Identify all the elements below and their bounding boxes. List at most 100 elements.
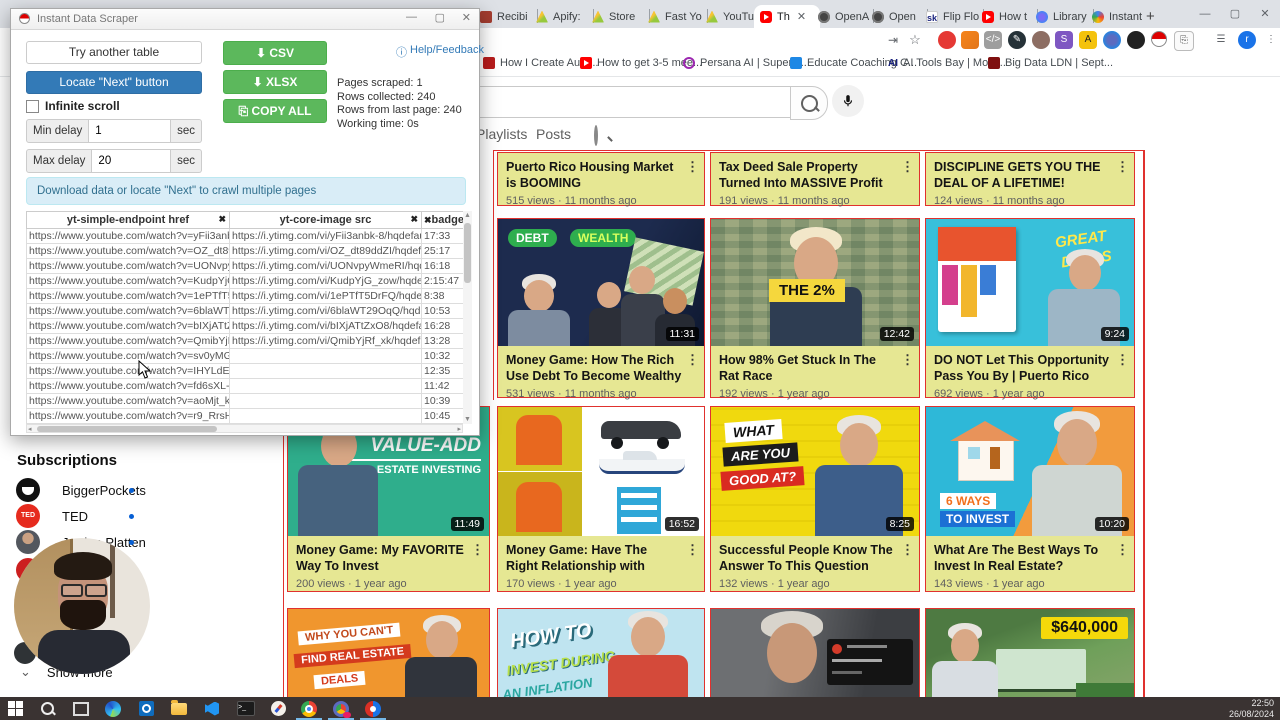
kebab-menu-icon[interactable]: ⋮ [901, 159, 914, 175]
yt-channel-search-icon[interactable] [594, 125, 598, 146]
video-card[interactable]: 6 WAYS TO INVEST 10:20 What Are The Best… [925, 406, 1135, 592]
popup-minimize-icon[interactable]: — [406, 11, 417, 23]
video-thumbnail[interactable] [711, 609, 919, 701]
min-delay-input[interactable] [89, 119, 172, 143]
tab-list-icon[interactable]: ☰ [1212, 31, 1230, 49]
video-card[interactable]: HOW TO INVEST DURING AN INFLATION [497, 608, 705, 701]
vscode-icon[interactable] [199, 699, 225, 718]
infinite-scroll-checkbox[interactable] [26, 99, 39, 113]
taskbar-search-icon[interactable] [34, 699, 60, 718]
terminal-icon[interactable]: >_ [233, 699, 259, 718]
csv-download-button[interactable]: ⬇ CSV [223, 41, 327, 65]
tab-openai-2[interactable]: Open [866, 5, 928, 28]
metamask-extension-icon[interactable] [961, 31, 979, 49]
file-explorer-icon[interactable] [166, 699, 192, 718]
remove-column-icon[interactable]: ✖ [424, 215, 432, 225]
yt-search-button[interactable] [790, 86, 828, 120]
tab-openai-1[interactable]: OpenA [812, 5, 874, 28]
sidebar-item-ted[interactable]: TED TED [16, 504, 88, 528]
video-card[interactable] [710, 608, 920, 701]
task-view-icon[interactable] [68, 699, 94, 718]
scrollbar-thumb[interactable] [464, 223, 471, 283]
xlsx-download-button[interactable]: ⬇ XLSX [223, 70, 327, 94]
tab-apify[interactable]: Apify: [530, 5, 594, 28]
scrollbar-thumb[interactable] [37, 426, 217, 432]
video-thumbnail[interactable]: WHY YOU CAN'T FIND REAL ESTATE DEALS [288, 609, 489, 701]
yt-mic-button[interactable] [832, 85, 864, 117]
kebab-menu-icon[interactable]: ⋮ [471, 542, 484, 558]
video-thumbnail[interactable]: $640,000 [926, 609, 1134, 701]
tab-library[interactable]: Library [1030, 5, 1094, 28]
video-thumbnail[interactable]: THE 2% 12:42 [711, 219, 919, 346]
horizontal-scrollbar[interactable]: ◂ ▸ [26, 424, 463, 433]
locate-next-button[interactable]: Locate "Next" button [26, 71, 202, 94]
video-card[interactable]: WHY YOU CAN'T FIND REAL ESTATE DEALS [287, 608, 490, 701]
send-to-device-icon[interactable]: ⇥ [884, 31, 902, 49]
kebab-menu-icon[interactable]: ⋮ [686, 542, 699, 558]
kebab-menu-icon[interactable]: ⋮ [901, 542, 914, 558]
drop-extension-icon[interactable] [1127, 31, 1145, 49]
remove-column-icon[interactable]: ✖ [410, 214, 418, 225]
pen-extension-icon[interactable]: ✎ [1008, 31, 1026, 49]
tab-recibi[interactable]: Recibi [474, 5, 538, 28]
remove-column-icon[interactable]: ✖ [218, 214, 226, 225]
window-minimize-button[interactable]: — [1190, 0, 1220, 28]
video-card[interactable]: WHAT ARE YOU GOOD AT? 8:25 Successful Pe… [710, 406, 920, 592]
opera-extension-icon[interactable] [938, 31, 956, 49]
kebab-menu-icon[interactable]: ⋮ [1116, 542, 1129, 558]
compass-icon[interactable] [265, 699, 291, 718]
s-extension-icon[interactable]: S [1055, 31, 1073, 49]
taskbar-clock[interactable]: 22:50 26/08/2024 [1229, 698, 1274, 719]
chrome-icon-2[interactable] [328, 699, 354, 718]
tab-close-icon[interactable]: ✕ [797, 10, 806, 23]
video-card[interactable]: DISCIPLINE GETS YOU THE DEAL OF A LIFETI… [925, 152, 1135, 207]
profile-avatar[interactable]: r [1238, 31, 1256, 49]
vertical-scrollbar[interactable]: ▲ ▼ [463, 211, 472, 424]
browser-menu-icon[interactable]: ⋮ [1262, 31, 1280, 49]
start-button[interactable] [2, 699, 28, 718]
scroll-down-icon[interactable]: ▼ [463, 415, 472, 424]
video-card[interactable]: GREAT DEALS 9:24 DO NOT Let This Opportu… [925, 218, 1135, 400]
video-card[interactable]: $640,000 [925, 608, 1135, 701]
video-card[interactable]: 16:52 Money Game: Have The Right Relatio… [497, 406, 705, 592]
kebab-menu-icon[interactable]: ⋮ [686, 159, 699, 175]
pokeball-extension-icon[interactable] [1150, 31, 1168, 49]
popup-maximize-icon[interactable]: ▢ [435, 11, 445, 24]
code-extension-icon[interactable]: </> [984, 31, 1002, 49]
max-delay-input[interactable] [92, 149, 172, 173]
video-thumbnail[interactable]: WHAT ARE YOU GOOD AT? 8:25 [711, 407, 919, 536]
tab-howto[interactable]: How t [976, 5, 1038, 28]
video-card[interactable]: DEBT WEALTH 11:31 Money Game: How The Ri… [497, 218, 705, 400]
yt-tab-playlists[interactable]: Playlists [476, 126, 527, 142]
video-thumbnail[interactable]: HOW TO INVEST DURING AN INFLATION [498, 609, 704, 701]
try-another-table-button[interactable]: Try another table [26, 41, 202, 64]
window-close-button[interactable]: ✕ [1250, 0, 1280, 28]
tab-active-youtube[interactable]: Th ✕ [754, 5, 820, 28]
video-card[interactable]: THE 2% 12:42 How 98% Get Stuck In The Ra… [710, 218, 920, 400]
sidebar-item-biggerpockets[interactable]: BiggerPockets [16, 478, 146, 502]
yt-tab-posts[interactable]: Posts [536, 126, 571, 142]
scroll-right-icon[interactable]: ▸ [457, 425, 461, 433]
video-card[interactable]: Puerto Rico Housing Market is BOOMING 515… [497, 152, 705, 207]
video-thumbnail[interactable]: 6 WAYS TO INVEST 10:20 [926, 407, 1134, 536]
plug-extension-icon[interactable] [1032, 31, 1050, 49]
edge-icon[interactable] [100, 699, 126, 718]
chrome-icon-3[interactable] [360, 699, 386, 718]
help-feedback-link[interactable]: ⓘ Help/Feedback [396, 44, 484, 60]
window-maximize-button[interactable]: ▢ [1220, 0, 1250, 28]
scroll-up-icon[interactable]: ▲ [463, 211, 472, 220]
video-thumbnail[interactable]: 16:52 [498, 407, 704, 536]
scroll-left-icon[interactable]: ◂ [28, 425, 32, 433]
bookmark-item[interactable]: Big Data LDN | Sept... [988, 57, 1113, 69]
tab-flipflo[interactable]: sk Flip Flo [920, 5, 984, 28]
tab-store[interactable]: Store [586, 5, 650, 28]
a-extension-icon[interactable]: A [1079, 31, 1097, 49]
clipboard-extension-icon[interactable]: ⎘ [1174, 31, 1194, 51]
bookmark-item[interactable]: Persana AI | Superc... [683, 57, 807, 69]
outlook-icon[interactable] [133, 699, 159, 718]
chrome-icon-1[interactable] [296, 699, 322, 718]
copy-all-button[interactable]: ⎘ COPY ALL [223, 99, 327, 123]
video-card[interactable]: Tax Deed Sale Property Turned Into MASSI… [710, 152, 920, 207]
video-thumbnail[interactable]: DEBT WEALTH 11:31 [498, 219, 704, 346]
video-thumbnail[interactable]: GREAT DEALS 9:24 [926, 219, 1134, 346]
